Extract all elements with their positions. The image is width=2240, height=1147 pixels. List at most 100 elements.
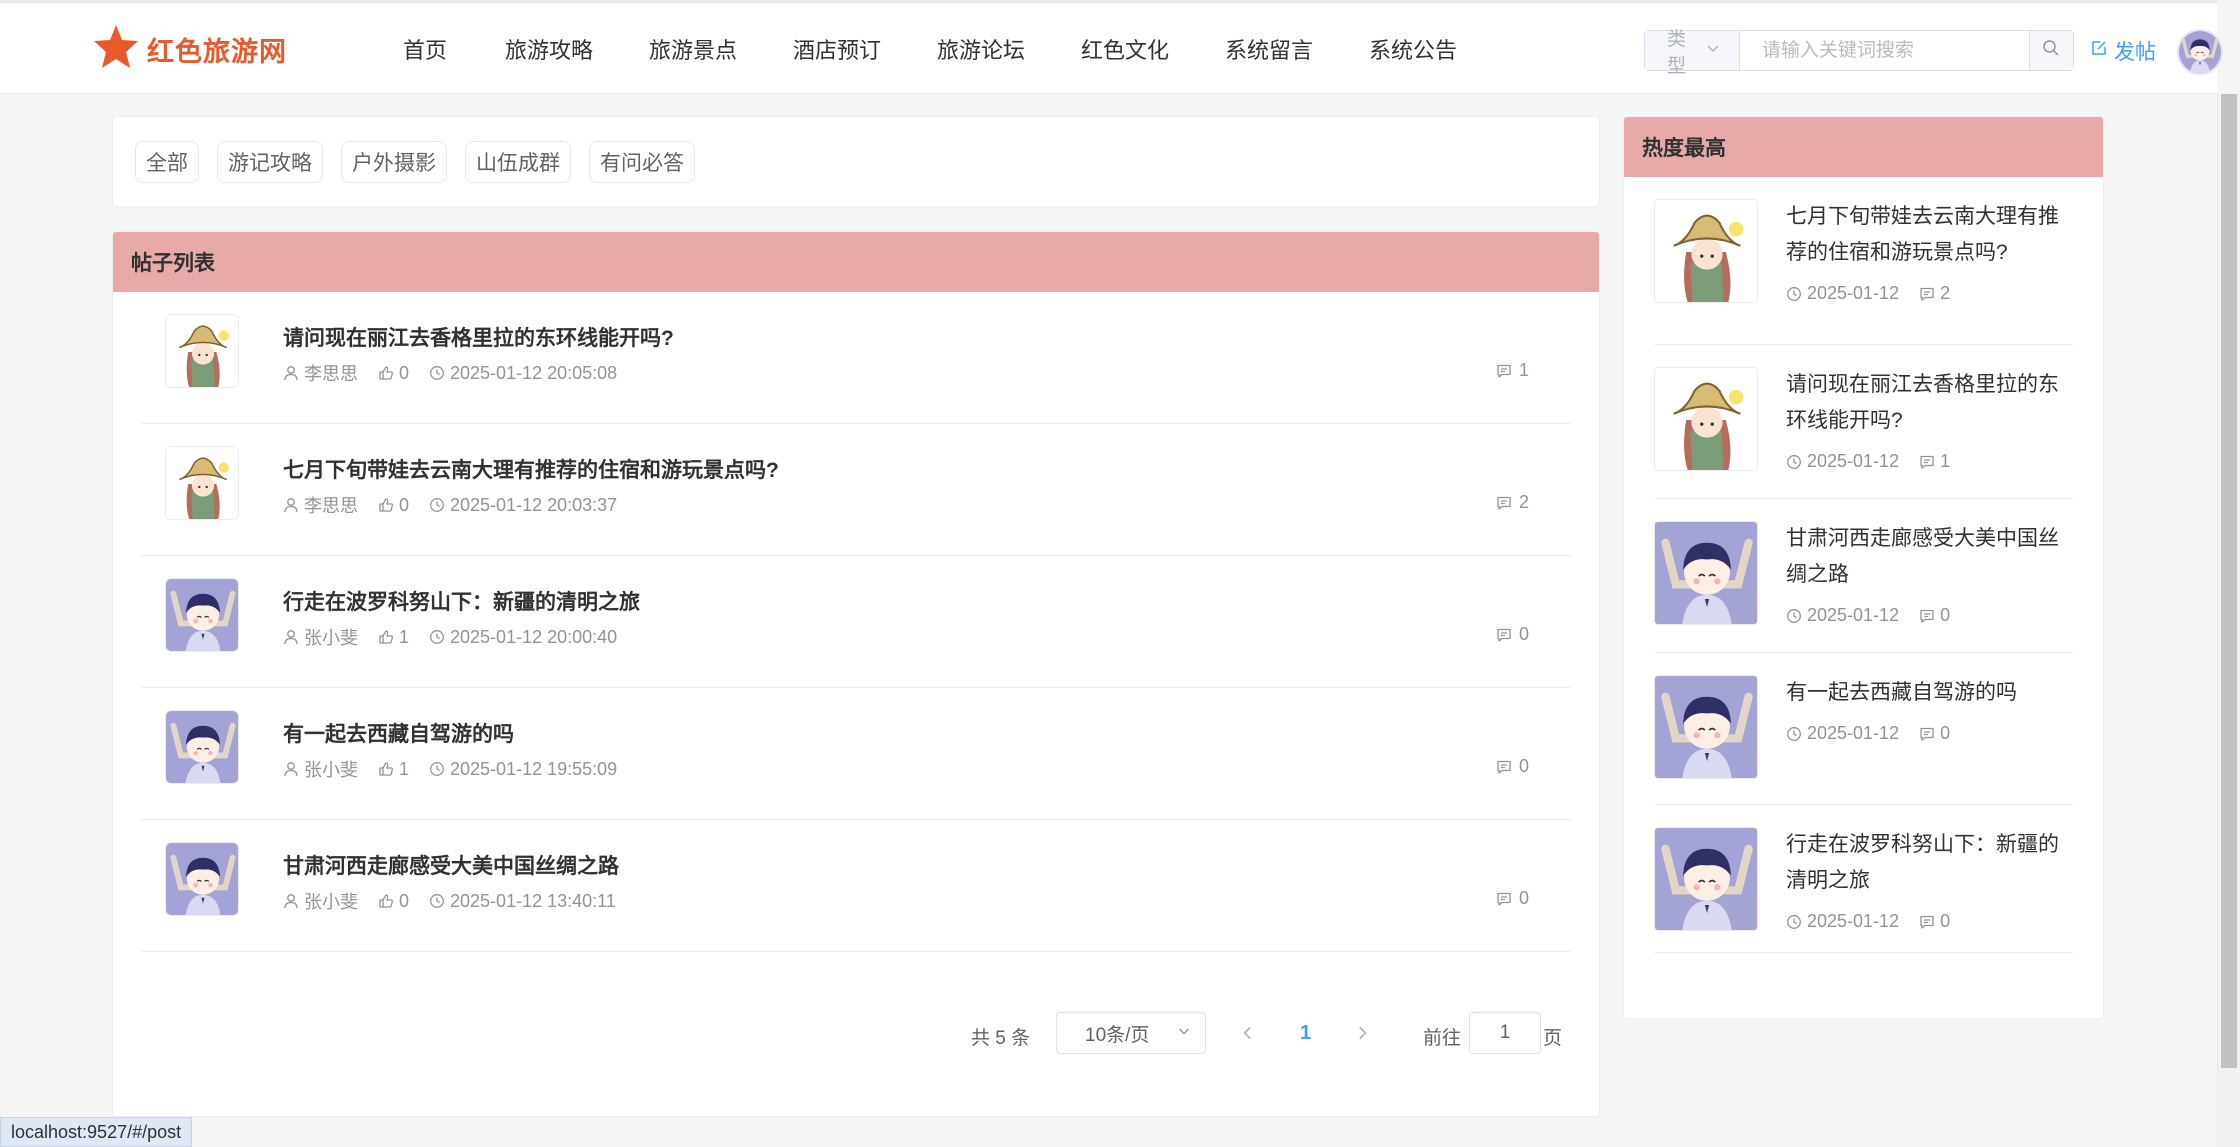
user-avatar[interactable] [2177,29,2223,75]
clock-icon [1786,454,1802,470]
like-icon [378,629,394,645]
post-comments: 0 [1496,888,1529,909]
search-type-select[interactable]: 类型 [1645,29,1740,77]
chevron-down-icon [1705,40,1721,62]
hot-post-thumbnail [1654,827,1758,931]
post-title[interactable]: 行走在波罗科努山下：新疆的清明之旅 [283,586,640,616]
nav-item-messages[interactable]: 系统留言 [1225,33,1313,65]
nav-item-attractions[interactable]: 旅游景点 [649,33,737,65]
post-comments: 0 [1496,756,1529,777]
post-title[interactable]: 七月下旬带娃去云南大理有推荐的住宿和游玩景点吗? [283,454,779,484]
nav-item-hotel-booking[interactable]: 酒店预订 [793,33,881,65]
post-comment-count: 0 [1518,756,1529,776]
post-author: 张小斐 [304,628,358,648]
post-author: 张小斐 [304,760,358,780]
like-icon [378,761,394,777]
clock-icon [1786,608,1802,624]
filter-chip-outdoor-photo[interactable]: 户外摄影 [341,140,447,183]
nav-item-travel-guides[interactable]: 旅游攻略 [505,33,593,65]
clock-icon [1786,286,1802,302]
chevron-left-icon [1243,1026,1251,1040]
clock-icon [429,365,445,381]
post-row[interactable]: 七月下旬带娃去云南大理有推荐的住宿和游玩景点吗? 李思思 0 2025-01-1… [141,424,1571,556]
filter-chip-travel-notes[interactable]: 游记攻略 [217,140,323,183]
author-avatar [165,446,239,520]
user-icon [283,629,299,645]
hot-post-item[interactable]: 行走在波罗科努山下：新疆的清明之旅 2025-01-12 0 [1654,805,2073,953]
hot-post-title[interactable]: 七月下旬带娃去云南大理有推荐的住宿和游玩景点吗? [1786,199,2076,271]
chevron-right-icon [1359,1026,1367,1040]
hot-post-comments: 0 [1940,605,1951,625]
search-button[interactable] [2028,31,2073,70]
hot-post-title[interactable]: 行走在波罗科努山下：新疆的清明之旅 [1786,827,2076,899]
post-title[interactable]: 有一起去西藏自驾游的吗 [283,718,514,748]
post-row[interactable]: 甘肃河西走廊感受大美中国丝绸之路 张小斐 0 2025-01-12 13:40:… [141,820,1571,952]
page-size-value: 10条/页 [1085,1024,1150,1046]
search-input[interactable] [1739,31,2029,70]
hot-post-title[interactable]: 请问现在丽江去香格里拉的东环线能开吗? [1786,367,2076,439]
hot-post-item[interactable]: 有一起去西藏自驾游的吗 2025-01-12 0 [1654,653,2073,805]
author-avatar [165,710,239,784]
nav-item-forum[interactable]: 旅游论坛 [937,33,1025,65]
filter-chip-all[interactable]: 全部 [135,140,199,183]
post-comment-count: 2 [1518,492,1529,512]
nav-item-announcements[interactable]: 系统公告 [1369,33,1457,65]
hot-post-item[interactable]: 请问现在丽江去香格里拉的东环线能开吗? 2025-01-12 1 [1654,345,2073,499]
hot-post-title[interactable]: 有一起去西藏自驾游的吗 [1786,675,2076,711]
post-likes: 0 [399,494,410,515]
post-likes: 1 [399,626,410,647]
site-logo[interactable]: 红色旅游网 [91,24,287,74]
post-author: 张小斐 [304,892,358,912]
filter-chip-qa[interactable]: 有问必答 [589,140,695,183]
post-comments: 2 [1496,492,1529,513]
like-icon [378,893,394,909]
prev-page-button[interactable] [1239,1024,1257,1048]
scrollbar-thumb[interactable] [2221,94,2237,1068]
post-meta: 李思思 0 2025-01-12 20:03:37 [283,492,637,518]
post-title[interactable]: 请问现在丽江去香格里拉的东环线能开吗? [283,322,674,352]
page-size-select[interactable]: 10条/页 [1056,1012,1206,1054]
page-number-current[interactable]: 1 [1300,1022,1311,1045]
hot-post-title[interactable]: 甘肃河西走廊感受大美中国丝绸之路 [1786,521,2076,593]
author-avatar [165,578,239,652]
post-likes: 0 [399,890,410,911]
post-row[interactable]: 请问现在丽江去香格里拉的东环线能开吗? 李思思 0 2025-01-12 20:… [141,292,1571,424]
comment-icon [1919,454,1935,470]
comment-icon [1496,891,1512,907]
post-row[interactable]: 有一起去西藏自驾游的吗 张小斐 1 2025-01-12 19:55:09 0 [141,688,1571,820]
post-title[interactable]: 甘肃河西走廊感受大美中国丝绸之路 [283,850,619,880]
hot-post-thumbnail [1654,521,1758,625]
hot-post-item[interactable]: 七月下旬带娃去云南大理有推荐的住宿和游玩景点吗? 2025-01-12 2 [1654,177,2073,345]
user-icon [283,497,299,513]
top-header: 红色旅游网 首页 旅游攻略 旅游景点 酒店预订 旅游论坛 红色文化 系统留言 系… [0,0,2223,94]
next-page-button[interactable] [1353,1024,1371,1048]
post-meta: 张小斐 1 2025-01-12 20:00:40 [283,624,637,650]
post-author: 李思思 [304,496,358,516]
post-meta: 张小斐 0 2025-01-12 13:40:11 [283,888,636,914]
new-post-button[interactable]: 发帖 [2090,36,2156,66]
star-logo-icon [91,22,141,77]
hot-post-thumbnail [1654,367,1758,471]
comment-icon [1919,286,1935,302]
nav-item-red-culture[interactable]: 红色文化 [1081,33,1169,65]
hot-post-date: 2025-01-12 [1807,723,1900,743]
hot-post-comments: 2 [1940,283,1951,303]
post-comments: 0 [1496,624,1529,645]
nav-item-home[interactable]: 首页 [403,33,447,65]
comment-icon [1496,495,1512,511]
post-row[interactable]: 行走在波罗科努山下：新疆的清明之旅 张小斐 1 2025-01-12 20:00… [141,556,1571,688]
hot-post-date: 2025-01-12 [1807,605,1900,625]
post-likes: 1 [399,758,410,779]
post-time: 2025-01-12 13:40:11 [450,890,616,911]
comment-icon [1919,726,1935,742]
user-icon [283,365,299,381]
page-scrollbar[interactable] [2217,94,2240,1147]
post-time: 2025-01-12 20:05:08 [450,362,618,383]
status-bar-url: localhost:9527/#/post [0,1117,193,1147]
comment-icon [1919,914,1935,930]
goto-page-input[interactable] [1469,1012,1541,1054]
new-post-label: 发帖 [2114,41,2156,64]
filter-chip-group-travel[interactable]: 山伍成群 [465,140,571,183]
post-time: 2025-01-12 19:55:09 [450,758,618,779]
hot-post-item[interactable]: 甘肃河西走廊感受大美中国丝绸之路 2025-01-12 0 [1654,499,2073,653]
